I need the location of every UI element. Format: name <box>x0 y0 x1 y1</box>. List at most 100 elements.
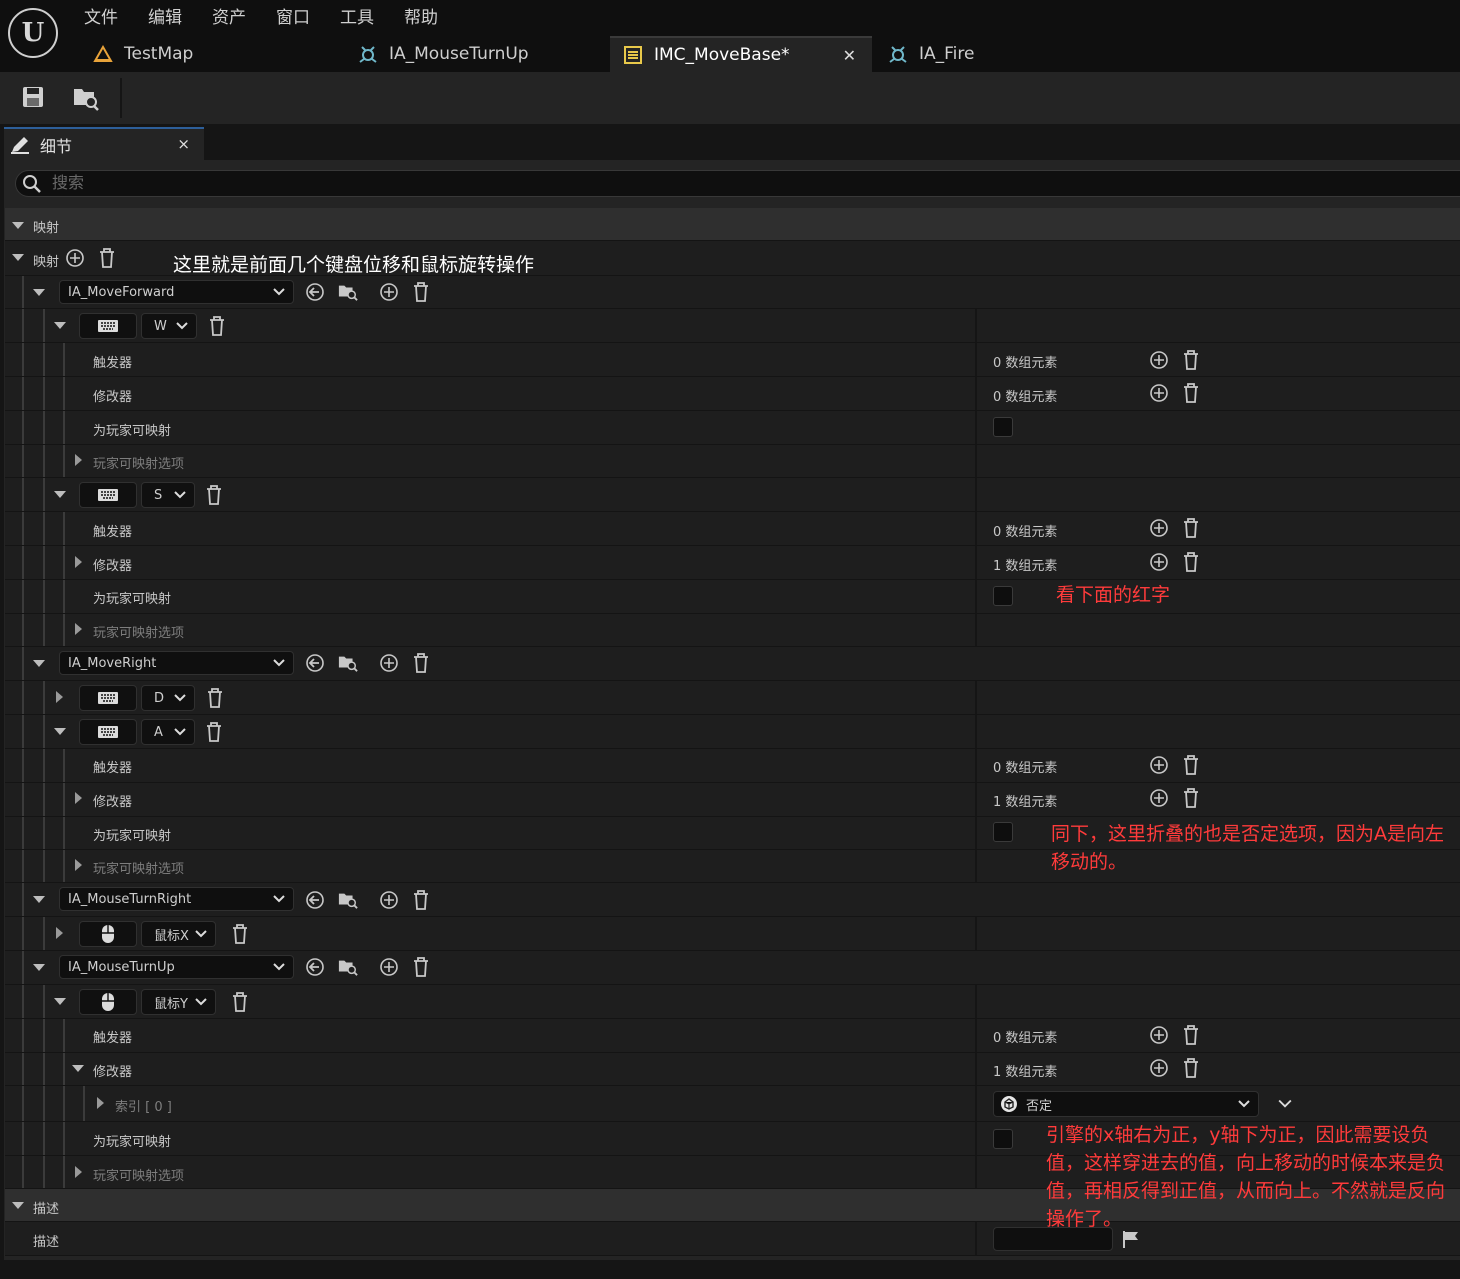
add-icon[interactable] <box>1149 383 1169 403</box>
details-tab[interactable]: 细节 × <box>4 127 204 160</box>
trash-icon[interactable] <box>97 248 117 268</box>
add-icon[interactable] <box>379 282 399 302</box>
menu-help[interactable]: 帮助 <box>404 3 438 28</box>
player-mappable-checkbox[interactable] <box>993 417 1013 437</box>
expand-arrow-icon[interactable] <box>12 222 24 229</box>
key-select[interactable]: D <box>141 685 195 711</box>
expand-arrow-icon[interactable] <box>75 623 82 635</box>
key-select[interactable]: 鼠标Y <box>141 989 216 1015</box>
trash-icon[interactable] <box>1181 1025 1201 1045</box>
menu-edit[interactable]: 编辑 <box>148 3 182 28</box>
action-select[interactable]: IA_MoveRight <box>59 651 294 675</box>
add-icon[interactable] <box>65 248 85 268</box>
expand-arrow-icon[interactable] <box>56 927 63 939</box>
keyboard-icon[interactable] <box>79 482 137 508</box>
expand-arrow-icon[interactable] <box>12 254 24 261</box>
trash-icon[interactable] <box>230 924 250 944</box>
browse-asset-icon[interactable] <box>338 282 358 302</box>
use-selected-icon[interactable] <box>305 957 325 977</box>
action-select[interactable]: IA_MoveForward <box>59 280 294 304</box>
key-select[interactable]: A <box>141 719 195 745</box>
expand-arrow-icon[interactable] <box>12 1202 24 1209</box>
trash-icon[interactable] <box>1181 350 1201 370</box>
trash-icon[interactable] <box>1181 552 1201 572</box>
player-mappable-checkbox[interactable] <box>993 822 1013 842</box>
trash-icon[interactable] <box>1181 755 1201 775</box>
trash-icon[interactable] <box>207 316 227 336</box>
player-mappable-checkbox[interactable] <box>993 1129 1013 1149</box>
expand-arrow-icon[interactable] <box>33 660 45 667</box>
save-icon[interactable] <box>20 84 46 110</box>
player-mappable-checkbox[interactable] <box>993 586 1013 606</box>
trash-icon[interactable] <box>230 992 250 1012</box>
menu-window[interactable]: 窗口 <box>276 3 310 28</box>
use-selected-icon[interactable] <box>305 282 325 302</box>
unreal-logo-icon[interactable]: U <box>8 8 58 58</box>
chevron-down-icon[interactable] <box>1275 1094 1295 1114</box>
use-selected-icon[interactable] <box>305 653 325 673</box>
mouse-icon[interactable] <box>79 921 137 947</box>
key-select[interactable]: S <box>141 482 195 508</box>
add-icon[interactable] <box>1149 552 1169 572</box>
action-select[interactable]: IA_MouseTurnUp <box>59 955 294 979</box>
browse-asset-icon[interactable] <box>338 653 358 673</box>
expand-arrow-icon[interactable] <box>75 859 82 871</box>
expand-arrow-icon[interactable] <box>33 896 45 903</box>
add-icon[interactable] <box>1149 1025 1169 1045</box>
add-icon[interactable] <box>379 890 399 910</box>
add-icon[interactable] <box>1149 788 1169 808</box>
tab-imc-movebase[interactable]: IMC_MoveBase* ✕ <box>610 36 872 72</box>
expand-arrow-icon[interactable] <box>54 491 66 498</box>
add-icon[interactable] <box>1149 518 1169 538</box>
keyboard-icon[interactable] <box>79 719 137 745</box>
tab-ia-mouseturnup[interactable]: IA_MouseTurnUp <box>345 36 610 72</box>
modifier-class-select[interactable]: 否定 <box>993 1091 1259 1117</box>
browse-asset-icon[interactable] <box>338 890 358 910</box>
browse-asset-icon[interactable] <box>72 84 100 112</box>
mouse-icon[interactable] <box>79 989 137 1015</box>
use-selected-icon[interactable] <box>305 890 325 910</box>
add-icon[interactable] <box>1149 755 1169 775</box>
trash-icon[interactable] <box>205 688 225 708</box>
expand-arrow-icon[interactable] <box>54 728 66 735</box>
expand-arrow-icon[interactable] <box>72 1065 84 1072</box>
trash-icon[interactable] <box>411 653 431 673</box>
trash-icon[interactable] <box>411 890 431 910</box>
expand-arrow-icon[interactable] <box>75 792 82 804</box>
expand-arrow-icon[interactable] <box>97 1097 104 1109</box>
search-input[interactable] <box>50 173 654 194</box>
key-select[interactable]: W <box>141 313 197 339</box>
tab-ia-fire[interactable]: IA_Fire <box>875 36 1125 72</box>
expand-arrow-icon[interactable] <box>54 322 66 329</box>
trash-icon[interactable] <box>1181 383 1201 403</box>
add-icon[interactable] <box>1149 350 1169 370</box>
menu-asset[interactable]: 资产 <box>212 3 246 28</box>
menu-tools[interactable]: 工具 <box>340 3 374 28</box>
trash-icon[interactable] <box>1181 518 1201 538</box>
trash-icon[interactable] <box>411 957 431 977</box>
trash-icon[interactable] <box>204 485 224 505</box>
expand-arrow-icon[interactable] <box>33 289 45 296</box>
add-icon[interactable] <box>379 653 399 673</box>
browse-asset-icon[interactable] <box>338 957 358 977</box>
expand-arrow-icon[interactable] <box>75 1166 82 1178</box>
expand-arrow-icon[interactable] <box>75 556 82 568</box>
expand-arrow-icon[interactable] <box>33 964 45 971</box>
trash-icon[interactable] <box>1181 788 1201 808</box>
category-mapping[interactable]: 映射 <box>5 208 1460 241</box>
search-box[interactable] <box>15 170 1460 197</box>
tab-testmap[interactable]: TestMap <box>80 36 345 72</box>
action-select[interactable]: IA_MouseTurnRight <box>59 887 294 911</box>
trash-icon[interactable] <box>204 722 224 742</box>
trash-icon[interactable] <box>411 282 431 302</box>
trash-icon[interactable] <box>1181 1058 1201 1078</box>
key-select[interactable]: 鼠标X <box>141 921 216 947</box>
expand-arrow-icon[interactable] <box>75 454 82 466</box>
expand-arrow-icon[interactable] <box>56 691 63 703</box>
menu-file[interactable]: 文件 <box>84 3 118 28</box>
close-icon[interactable]: × <box>177 135 190 153</box>
add-icon[interactable] <box>1149 1058 1169 1078</box>
keyboard-icon[interactable] <box>79 685 137 711</box>
close-icon[interactable]: ✕ <box>843 46 856 65</box>
add-icon[interactable] <box>379 957 399 977</box>
